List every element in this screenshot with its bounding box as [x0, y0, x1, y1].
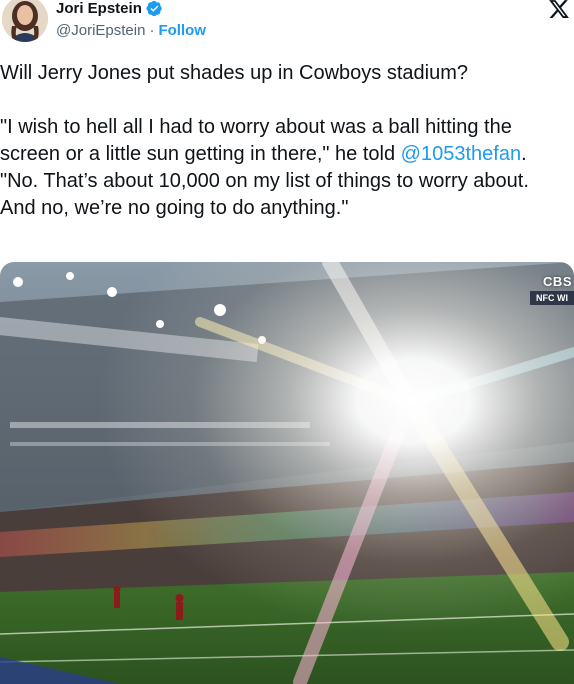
display-name[interactable]: Jori Epstein [56, 0, 142, 17]
x-logo-icon[interactable] [548, 0, 570, 20]
tweet-card: Jori Epstein @JoriEpstein · Follow Will … [0, 0, 574, 684]
mention-link[interactable]: @1053thefan [401, 143, 521, 165]
broadcast-label: NFC WI [530, 291, 574, 305]
broadcast-bug: CBS NFC WI [530, 274, 574, 305]
avatar[interactable] [2, 0, 48, 42]
tweet-line-1: Will Jerry Jones put shades up in Cowboy… [0, 62, 468, 84]
handle-row: @JoriEpstein · Follow [56, 22, 206, 39]
tweet-text: Will Jerry Jones put shades up in Cowboy… [0, 60, 560, 222]
name-row: Jori Epstein [56, 0, 163, 18]
follow-button[interactable]: Follow [158, 22, 206, 39]
tweet-quote: "I wish to hell all I had to worry about… [0, 114, 560, 222]
separator-dot: · [149, 22, 155, 39]
author-handle[interactable]: @JoriEpstein [56, 22, 145, 39]
tweet-media-photo[interactable]: CBS NFC WI [0, 262, 574, 684]
broadcast-logo: CBS [543, 274, 572, 289]
tweet-header: Jori Epstein @JoriEpstein · Follow [0, 0, 574, 50]
verified-badge-icon [146, 0, 163, 17]
